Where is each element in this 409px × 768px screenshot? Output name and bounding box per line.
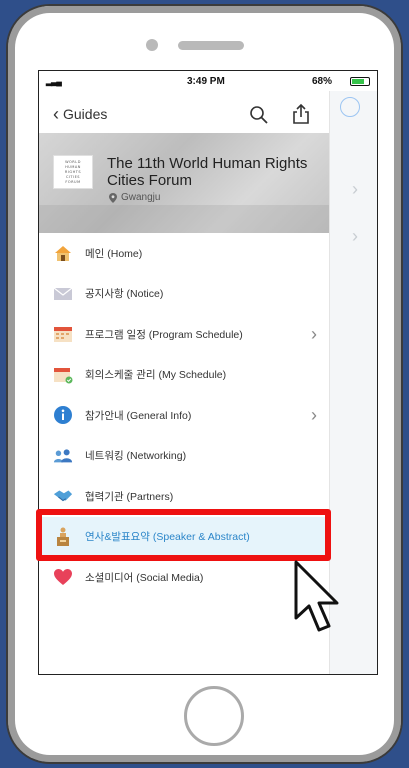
share-icon[interactable] bbox=[291, 103, 311, 125]
info-icon bbox=[53, 406, 73, 425]
profile-icon[interactable] bbox=[340, 97, 360, 117]
chevron-right-icon: › bbox=[352, 179, 358, 199]
location-pin-icon bbox=[109, 192, 117, 203]
chevron-right-icon: › bbox=[311, 405, 317, 425]
menu-item-notice[interactable]: 공지사항 (Notice) bbox=[39, 274, 329, 315]
event-logo: WORLD HUMAN RIGHTS CITIES FORUM bbox=[53, 155, 93, 189]
search-icon[interactable] bbox=[249, 105, 269, 125]
heart-icon bbox=[53, 568, 73, 586]
status-time: 3:49 PM bbox=[187, 76, 225, 87]
battery-icon bbox=[350, 77, 370, 86]
handshake-icon bbox=[53, 487, 73, 505]
event-header: WORLD HUMAN RIGHTS CITIES FORUM The 11th… bbox=[39, 133, 329, 233]
battery-percent: 68% bbox=[312, 76, 333, 87]
header-photo-background bbox=[39, 205, 329, 233]
calendar-icon bbox=[53, 325, 73, 343]
location-label: Gwangju bbox=[121, 192, 161, 203]
menu-item-label: 공지사항 (Notice) bbox=[85, 288, 164, 301]
earpiece-speaker bbox=[178, 41, 244, 50]
signal-icon: ▂▃▄ bbox=[46, 77, 62, 86]
menu-item-my-schedule[interactable]: 회의스케줄 관리 (My Schedule) bbox=[39, 355, 329, 396]
menu-item-label: 협력기관 (Partners) bbox=[85, 490, 174, 503]
home-icon bbox=[53, 244, 73, 262]
menu-item-label: 네트워킹 (Networking) bbox=[85, 450, 187, 463]
people-icon bbox=[53, 447, 73, 465]
event-title: The 11th World Human Rights Cities Forum bbox=[107, 155, 308, 189]
menu-item-networking[interactable]: 네트워킹 (Networking) bbox=[39, 436, 329, 477]
menu-item-label: 소셜미디어 (Social Media) bbox=[85, 571, 204, 584]
menu-item-social-media[interactable]: 소셜미디어 (Social Media) bbox=[39, 557, 329, 598]
envelope-icon bbox=[53, 285, 73, 303]
back-label: Guides bbox=[63, 106, 108, 122]
event-location: Gwangju bbox=[109, 192, 160, 203]
menu-item-label: 프로그램 일정 (Program Schedule) bbox=[85, 328, 243, 341]
menu-item-home[interactable]: 메인 (Home) bbox=[39, 233, 329, 274]
chevron-right-icon: › bbox=[352, 226, 358, 246]
nav-bar: ‹ Guides bbox=[39, 97, 329, 133]
chevron-right-icon: › bbox=[311, 324, 317, 344]
front-camera bbox=[146, 39, 158, 51]
highlight-box bbox=[36, 509, 331, 561]
home-button[interactable] bbox=[184, 686, 244, 746]
chevron-left-icon: ‹ bbox=[53, 104, 59, 124]
menu-item-label: 메인 (Home) bbox=[85, 247, 143, 260]
menu-item-general-info[interactable]: 참가안내 (General Info) › bbox=[39, 395, 329, 436]
status-bar: ▂▃▄ 3:49 PM 68% bbox=[39, 71, 377, 91]
calendar-check-icon bbox=[53, 366, 73, 384]
back-button[interactable]: ‹ Guides bbox=[53, 104, 108, 124]
menu-item-label: 회의스케줄 관리 (My Schedule) bbox=[85, 369, 227, 382]
mouse-pointer-icon bbox=[294, 560, 339, 632]
menu-item-label: 참가안내 (General Info) bbox=[85, 409, 192, 422]
menu-item-program-schedule[interactable]: 프로그램 일정 (Program Schedule) › bbox=[39, 314, 329, 355]
